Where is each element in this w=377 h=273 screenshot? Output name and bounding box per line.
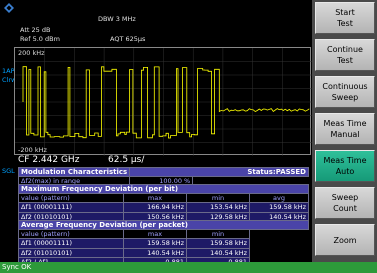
softkey-label: Start Test	[335, 8, 355, 28]
max-freq-dev-table: Maximum Frequency Deviation (per bit) va…	[18, 183, 309, 222]
empty-cell	[249, 238, 309, 249]
table-cell: 159.58 kHz	[123, 238, 187, 249]
column-header: max	[123, 193, 187, 204]
meas-time-auto-button[interactable]: Meas Time Auto	[315, 150, 375, 182]
y-top-label: 200 kHz	[18, 49, 45, 57]
max-freq-dev-title: Maximum Frequency Deviation (per bit)	[18, 183, 309, 195]
meas-time-manual-button[interactable]: Meas Time Manual	[315, 113, 375, 145]
column-header: min	[186, 229, 250, 240]
table-cell: 140.54 kHz	[123, 247, 187, 258]
dbw-label: DBW 3 MHz	[98, 15, 136, 23]
continue-test-button[interactable]: Continue Test	[315, 39, 375, 71]
softkey-panel: Start Test Continue Test Continuous Swee…	[312, 0, 377, 262]
empty-cell	[249, 248, 309, 258]
start-test-button[interactable]: Start Test	[315, 2, 375, 34]
status-bar: Sync OK	[0, 262, 377, 273]
center-frequency-line: CF 2.442 GHz 62.5 µs/	[18, 155, 308, 167]
table-cell: Δf1 (00001111)	[18, 202, 124, 213]
empty-cell	[249, 229, 309, 239]
frequency-trace-line	[22, 66, 310, 139]
trace-plot	[15, 48, 312, 156]
column-header: avg	[249, 193, 309, 204]
trace-mode-label: 1AP	[2, 67, 15, 75]
frequency-trace-graph: 200 kHz -200 kHz	[14, 47, 312, 156]
table-cell: Δf1 (00001111)	[18, 238, 124, 249]
status-label: Status:PASSED	[129, 166, 309, 178]
modulation-title: Modulation Characteristics	[17, 166, 131, 178]
softkey-label: Continue Test	[327, 45, 363, 65]
table-cell: 140.54 kHz	[186, 247, 250, 258]
measurement-display: Att 25 dB Ref 5.0 dBm DBW 3 MHz AQT 625µ…	[0, 0, 312, 268]
softkey-label: Zoom	[333, 235, 357, 245]
column-header: value (pattern)	[18, 193, 124, 204]
column-header: value (pattern)	[18, 229, 124, 240]
y-bottom-label: -200 kHz	[18, 146, 47, 154]
softkey-label: Continuous Sweep	[322, 82, 368, 102]
column-header: min	[186, 193, 250, 204]
aqt-label: AQT 625µs	[110, 35, 146, 43]
rohde-schwarz-logo-icon	[4, 3, 14, 13]
table-cell: 166.94 kHz	[123, 202, 187, 213]
avg-freq-dev-title: Average Frequency Deviation (per packet)	[18, 219, 309, 231]
center-frequency: CF 2.442 GHz	[18, 155, 80, 165]
softkey-label: Sweep Count	[331, 193, 359, 213]
zoom-button[interactable]: Zoom	[315, 224, 375, 256]
softkey-label: Meas Time Auto	[323, 156, 367, 176]
continuous-sweep-button[interactable]: Continuous Sweep	[315, 76, 375, 108]
table-cell: Δf2 (01010101)	[18, 247, 124, 258]
table-cell: 153.54 kHz	[186, 202, 250, 213]
table-cell: 159.58 kHz	[249, 202, 309, 213]
time-per-div: 62.5 µs/	[108, 155, 145, 165]
sgl-label: SGL	[2, 167, 15, 175]
softkey-label: Meas Time Manual	[323, 119, 367, 139]
ref-level-label: Ref 5.0 dBm	[20, 35, 60, 43]
column-header: max	[123, 229, 187, 240]
table-cell: 159.58 kHz	[186, 238, 250, 249]
sweep-count-button[interactable]: Sweep Count	[315, 187, 375, 219]
avg-freq-dev-table: Average Frequency Deviation (per packet)…	[18, 219, 309, 268]
att-label: Att 25 dB	[20, 26, 51, 34]
